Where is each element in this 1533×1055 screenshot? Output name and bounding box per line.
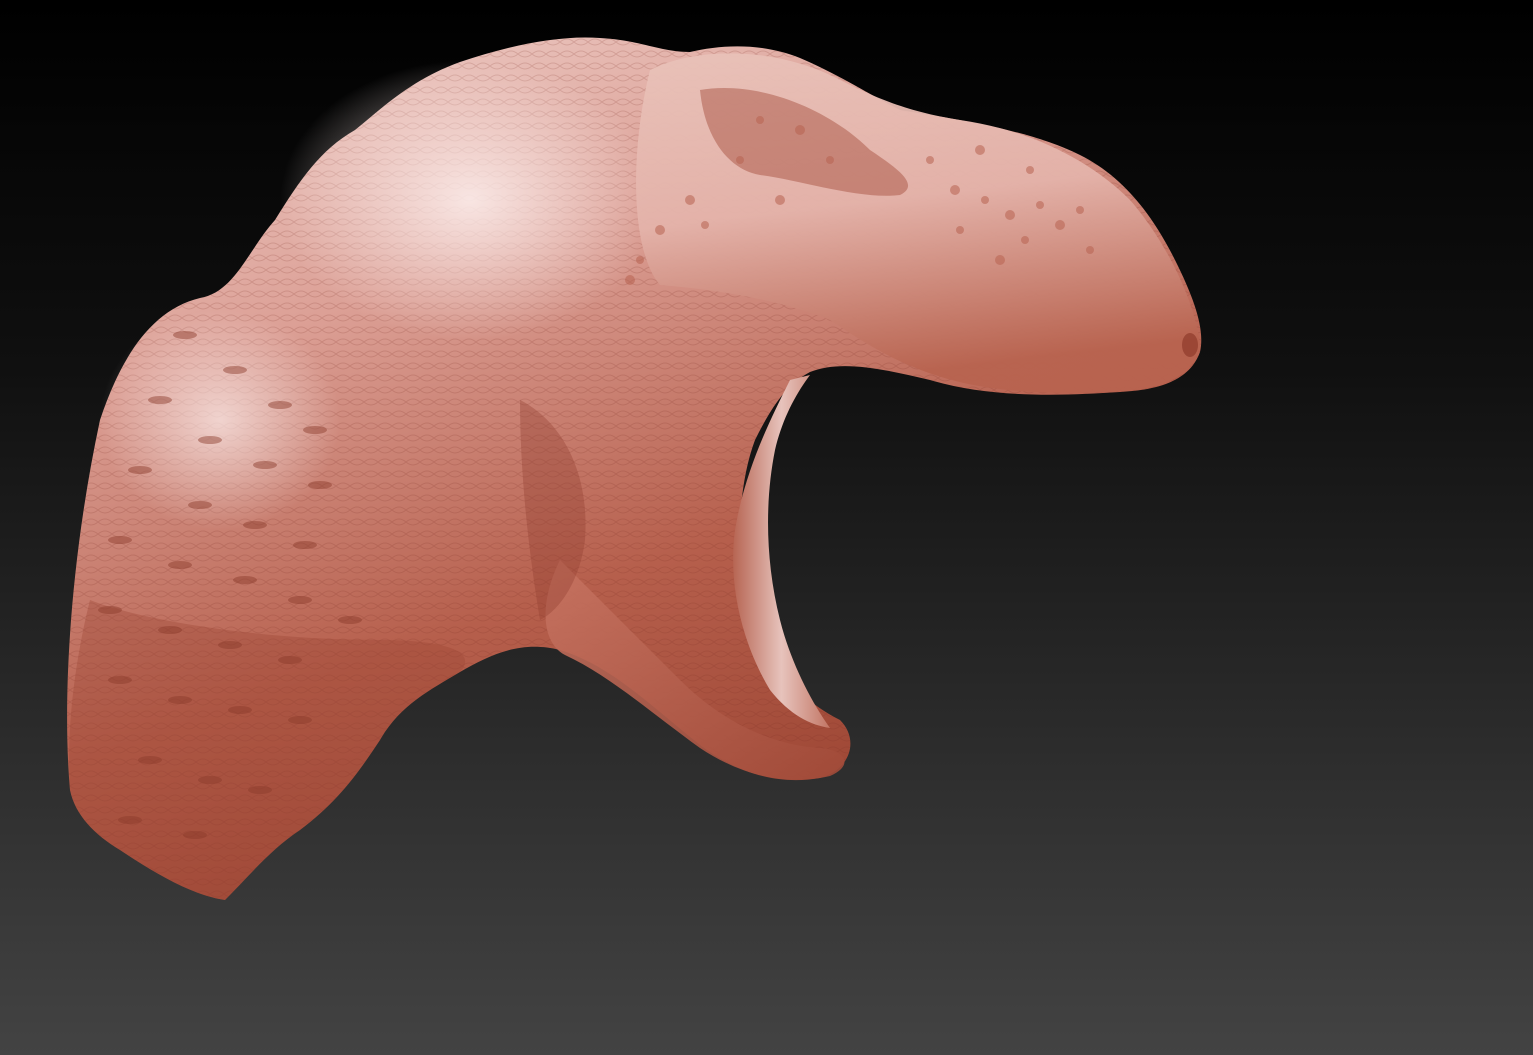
model-nostril <box>1182 333 1198 357</box>
model-neck-highlight <box>100 310 340 530</box>
sculpt-viewport[interactable] <box>0 0 1533 1055</box>
model-crown-highlight <box>280 60 660 340</box>
model-lower-neck-shadow <box>69 600 466 900</box>
sculpt-model[interactable] <box>0 0 1533 1055</box>
